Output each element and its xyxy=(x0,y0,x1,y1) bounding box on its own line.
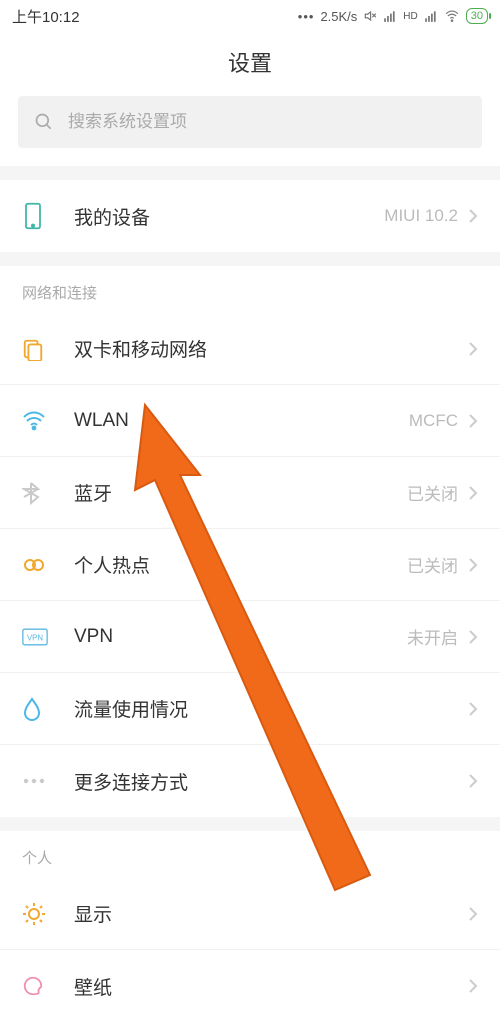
row-label: 个人热点 xyxy=(74,551,407,578)
row-value: MCFC xyxy=(409,411,458,431)
row-vpn[interactable]: VPN VPN 未开启 xyxy=(0,601,500,673)
row-label: 更多连接方式 xyxy=(74,768,458,795)
row-label: 流量使用情况 xyxy=(74,695,458,722)
status-bar: 上午10:12 ••• 2.5K/s HD 30 xyxy=(0,0,500,32)
phone-icon xyxy=(22,202,58,230)
chevron-right-icon xyxy=(468,978,478,994)
signal-icon-2 xyxy=(424,9,438,23)
row-bluetooth[interactable]: 蓝牙 已关闭 xyxy=(0,457,500,529)
row-hotspot[interactable]: 个人热点 已关闭 xyxy=(0,529,500,601)
droplet-icon xyxy=(22,697,58,721)
row-more-connections[interactable]: 更多连接方式 xyxy=(0,745,500,817)
mute-icon xyxy=(363,9,377,23)
search-bar[interactable] xyxy=(18,96,482,148)
row-value: 未开启 xyxy=(407,624,458,649)
network-speed: 2.5K/s xyxy=(320,9,357,24)
row-value: 已关闭 xyxy=(407,552,458,577)
wifi-icon xyxy=(22,411,58,431)
section-network-title: 网络和连接 xyxy=(0,266,500,313)
row-label: 壁纸 xyxy=(74,973,458,1000)
row-display[interactable]: 显示 xyxy=(0,878,500,950)
chevron-right-icon xyxy=(468,773,478,789)
search-icon xyxy=(34,112,54,132)
chevron-right-icon xyxy=(468,413,478,429)
row-label: 蓝牙 xyxy=(74,479,407,506)
row-value: MIUI 10.2 xyxy=(384,206,458,226)
chevron-right-icon xyxy=(468,906,478,922)
status-indicators: ••• 2.5K/s HD 30 xyxy=(298,8,488,24)
page-title: 设置 xyxy=(0,32,500,96)
row-label: WLAN xyxy=(74,410,409,432)
sim-icon xyxy=(22,337,58,361)
chevron-right-icon xyxy=(468,485,478,501)
row-value: 已关闭 xyxy=(407,480,458,505)
battery-indicator: 30 xyxy=(466,8,488,24)
row-data-usage[interactable]: 流量使用情况 xyxy=(0,673,500,745)
hd-label: HD xyxy=(403,11,417,22)
chevron-right-icon xyxy=(468,341,478,357)
signal-icon xyxy=(383,9,397,23)
wifi-icon xyxy=(444,9,460,23)
chevron-right-icon xyxy=(468,701,478,717)
row-wlan[interactable]: WLAN MCFC xyxy=(0,385,500,457)
brightness-icon xyxy=(22,902,58,926)
chevron-right-icon xyxy=(468,208,478,224)
chevron-right-icon xyxy=(468,629,478,645)
bluetooth-icon xyxy=(22,481,58,505)
row-label: 显示 xyxy=(74,900,458,927)
row-label: VPN xyxy=(74,626,407,648)
row-label: 双卡和移动网络 xyxy=(74,335,458,362)
section-personal-title: 个人 xyxy=(0,831,500,878)
row-wallpaper[interactable]: 壁纸 xyxy=(0,950,500,1022)
more-icon xyxy=(22,776,58,786)
row-my-device[interactable]: 我的设备 MIUI 10.2 xyxy=(0,180,500,252)
search-input[interactable] xyxy=(68,112,466,132)
status-time: 上午10:12 xyxy=(12,6,80,27)
row-sim[interactable]: 双卡和移动网络 xyxy=(0,313,500,385)
hotspot-icon xyxy=(22,555,58,575)
row-label: 我的设备 xyxy=(74,203,384,230)
more-dots-icon: ••• xyxy=(298,9,315,24)
vpn-icon: VPN xyxy=(22,628,58,646)
wallpaper-icon xyxy=(22,975,58,997)
svg-text:VPN: VPN xyxy=(27,633,43,642)
chevron-right-icon xyxy=(468,557,478,573)
search-container xyxy=(0,96,500,166)
